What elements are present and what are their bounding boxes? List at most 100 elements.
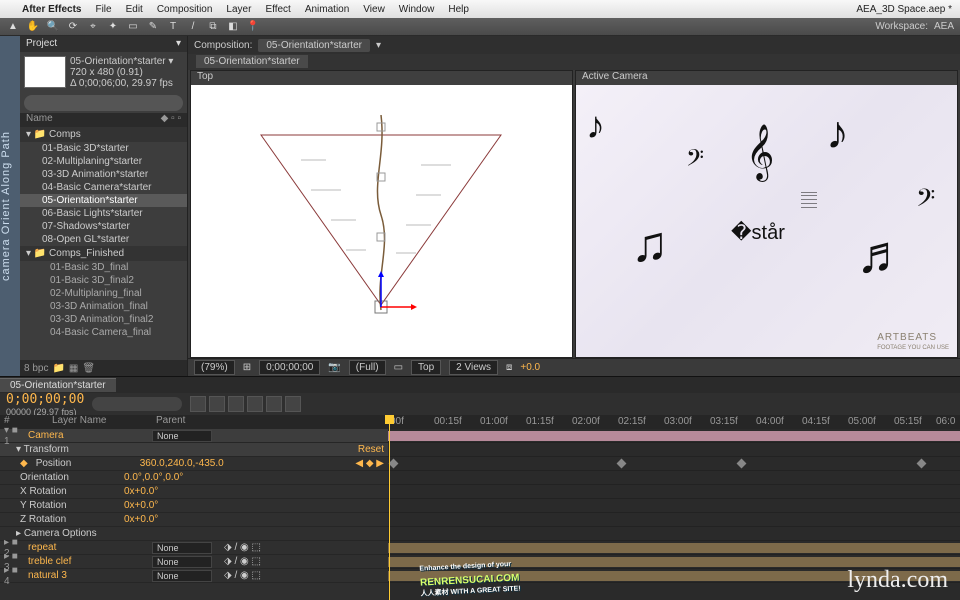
app-name[interactable]: After Effects (22, 4, 81, 15)
menu-window[interactable]: Window (399, 4, 435, 15)
workspace-value[interactable]: AEA (934, 21, 954, 32)
new-comp-icon[interactable]: ▦ (69, 363, 78, 374)
folder-comps: ▾ 📁 Comps (20, 127, 187, 142)
camera-view-content: ♪ ♫ 𝄢 𝄞 �står 𝄚 ♪ ♬ 𝄢 (576, 85, 957, 357)
project-title: Project (26, 38, 57, 50)
timeline-search-input[interactable] (92, 397, 182, 411)
viewport-label-top: Top (191, 71, 572, 85)
layer-row-camera[interactable]: ▾ ■ 1CameraNone (0, 429, 388, 443)
current-timecode[interactable]: 0;00;00;00 (6, 392, 84, 407)
tree-item[interactable]: 04-Basic Camera_final (20, 326, 187, 339)
layer-bar-camera[interactable] (388, 431, 960, 441)
pen-tool-icon[interactable]: ✎ (146, 20, 160, 34)
menu-animation[interactable]: Animation (305, 4, 349, 15)
tree-item[interactable]: 01-Basic 3D_final2 (20, 274, 187, 287)
col-layer-name[interactable]: Layer Name (52, 415, 152, 429)
timeline-tab[interactable]: 05-Orientation*starter (0, 378, 116, 392)
tree-item[interactable]: 02-Multiplaning*starter (20, 155, 187, 168)
prop-z-rotation[interactable]: Z Rotation0x+0.0° (0, 513, 388, 527)
tree-item[interactable]: 03-3D Animation*starter (20, 168, 187, 181)
project-tree[interactable]: ▾ 📁 Comps 01-Basic 3D*starter 02-Multipl… (20, 127, 187, 360)
tree-item[interactable]: 03-3D Animation_final2 (20, 313, 187, 326)
prop-position[interactable]: ◆Position360.0,240.0,-435.0◀ ◆ ▶ (0, 457, 388, 471)
resolution-select[interactable]: (Full) (349, 360, 386, 375)
eraser-tool-icon[interactable]: ◧ (226, 20, 240, 34)
puppet-tool-icon[interactable]: 📍 (246, 20, 260, 34)
col-name[interactable]: Name (26, 113, 53, 127)
viewport-active-camera[interactable]: Active Camera ♪ ♫ 𝄢 𝄞 �står 𝄚 ♪ ♬ 𝄢 ARTB… (575, 70, 958, 358)
camera-tool-icon[interactable]: ⌖ (86, 20, 100, 34)
lynda-watermark: lynda.com (847, 567, 948, 594)
menu-effect[interactable]: Effect (265, 4, 290, 15)
graph-editor-icon[interactable] (285, 396, 301, 412)
side-label: camera Orient Along Path (0, 36, 20, 376)
nviews-select[interactable]: 2 Views (449, 360, 498, 375)
tree-item[interactable]: 08-Open GL*starter (20, 233, 187, 246)
timeline-layer-list: #Layer NameParent ▾ ■ 1CameraNone ▾ Tran… (0, 415, 388, 600)
tree-item[interactable]: 01-Basic 3D_final (20, 261, 187, 274)
shy-icon[interactable] (209, 396, 225, 412)
new-folder-icon[interactable]: 📁 (52, 363, 64, 374)
menu-composition[interactable]: Composition (157, 4, 213, 15)
layer-bar[interactable] (388, 543, 960, 553)
tree-item[interactable]: 04-Basic Camera*starter (20, 181, 187, 194)
brainstorm-icon[interactable] (266, 396, 282, 412)
motion-blur-icon[interactable] (247, 396, 263, 412)
tree-item[interactable]: 01-Basic 3D*starter (20, 142, 187, 155)
panel-menu-icon[interactable]: ▾ (176, 38, 181, 50)
document-title: AEA_3D Space.aep * (856, 4, 952, 15)
selection-tool-icon[interactable]: ▲ (6, 20, 20, 34)
rotate-tool-icon[interactable]: ⟳ (66, 20, 80, 34)
menu-help[interactable]: Help (448, 4, 469, 15)
current-time-indicator[interactable] (389, 415, 390, 600)
hand-tool-icon[interactable]: ✋ (26, 20, 40, 34)
menu-edit[interactable]: Edit (126, 4, 143, 15)
tree-item[interactable]: 02-Multiplaning_final (20, 287, 187, 300)
layer-row[interactable]: ▸ ■ 3treble clefNone⬗ / ◉ ⬚ (0, 555, 388, 569)
roi-icon[interactable]: ▭ (394, 362, 403, 373)
anchor-tool-icon[interactable]: ✦ (106, 20, 120, 34)
camera-options-group[interactable]: ▸ Camera Options (0, 527, 388, 541)
col-parent[interactable]: Parent (156, 415, 236, 429)
mac-menubar: After Effects File Edit Composition Laye… (0, 0, 960, 18)
grid-icon[interactable]: ⊞ (243, 362, 251, 373)
time-ruler[interactable]: 00f00:15f01:00f01:15f02:00f02:15f03:00f0… (388, 415, 960, 429)
tree-item[interactable]: 06-Basic Lights*starter (20, 207, 187, 220)
menu-file[interactable]: File (95, 4, 111, 15)
3d-icon[interactable]: ⧈ (506, 362, 512, 373)
bpc-button[interactable]: 8 bpc (24, 363, 48, 374)
menu-view[interactable]: View (363, 4, 385, 15)
prop-x-rotation[interactable]: X Rotation0x+0.0° (0, 485, 388, 499)
col-icons: ◆ ▫ ▫ (161, 113, 181, 127)
prop-y-rotation[interactable]: Y Rotation0x+0.0° (0, 499, 388, 513)
tree-item-selected[interactable]: 05-Orientation*starter (20, 194, 187, 207)
rect-tool-icon[interactable]: ▭ (126, 20, 140, 34)
trash-icon[interactable]: 🗑 (82, 363, 95, 374)
viewport-top[interactable]: Top (190, 70, 573, 358)
snapshot-icon[interactable]: 📷 (328, 362, 340, 373)
type-tool-icon[interactable]: T (166, 20, 180, 34)
exposure-value[interactable]: +0.0 (520, 362, 540, 373)
project-search-input[interactable] (24, 95, 183, 111)
tree-item[interactable]: 03-3D Animation_final (20, 300, 187, 313)
frame-blend-icon[interactable] (228, 396, 244, 412)
zoom-tool-icon[interactable]: 🔍 (46, 20, 60, 34)
layer-row[interactable]: ▸ ■ 2repeatNone⬗ / ◉ ⬚ (0, 541, 388, 555)
comp-tabs: Composition: 05-Orientation*starter▾ (188, 36, 960, 54)
comp-name: 05-Orientation*starter ▾ (70, 56, 173, 67)
clone-tool-icon[interactable]: ⧉ (206, 20, 220, 34)
menu-layer[interactable]: Layer (226, 4, 251, 15)
project-panel: Project▾ 05-Orientation*starter ▾ 720 x … (20, 36, 188, 376)
brush-tool-icon[interactable]: / (186, 20, 200, 34)
timecode-display[interactable]: 0;00;00;00 (259, 360, 320, 375)
comp-thumbnail[interactable] (24, 56, 66, 88)
tree-item[interactable]: 07-Shadows*starter (20, 220, 187, 233)
view-select[interactable]: Top (411, 360, 441, 375)
breadcrumb[interactable]: 05-Orientation*starter (196, 55, 308, 68)
transform-group[interactable]: ▾ TransformReset (0, 443, 388, 457)
comp-mini-icon[interactable] (190, 396, 206, 412)
layer-row[interactable]: ▸ ■ 4natural 3None⬗ / ◉ ⬚ (0, 569, 388, 583)
comp-tab[interactable]: 05-Orientation*starter (258, 39, 370, 52)
zoom-select[interactable]: (79%) (194, 360, 235, 375)
prop-orientation[interactable]: Orientation0.0°,0.0°,0.0° (0, 471, 388, 485)
